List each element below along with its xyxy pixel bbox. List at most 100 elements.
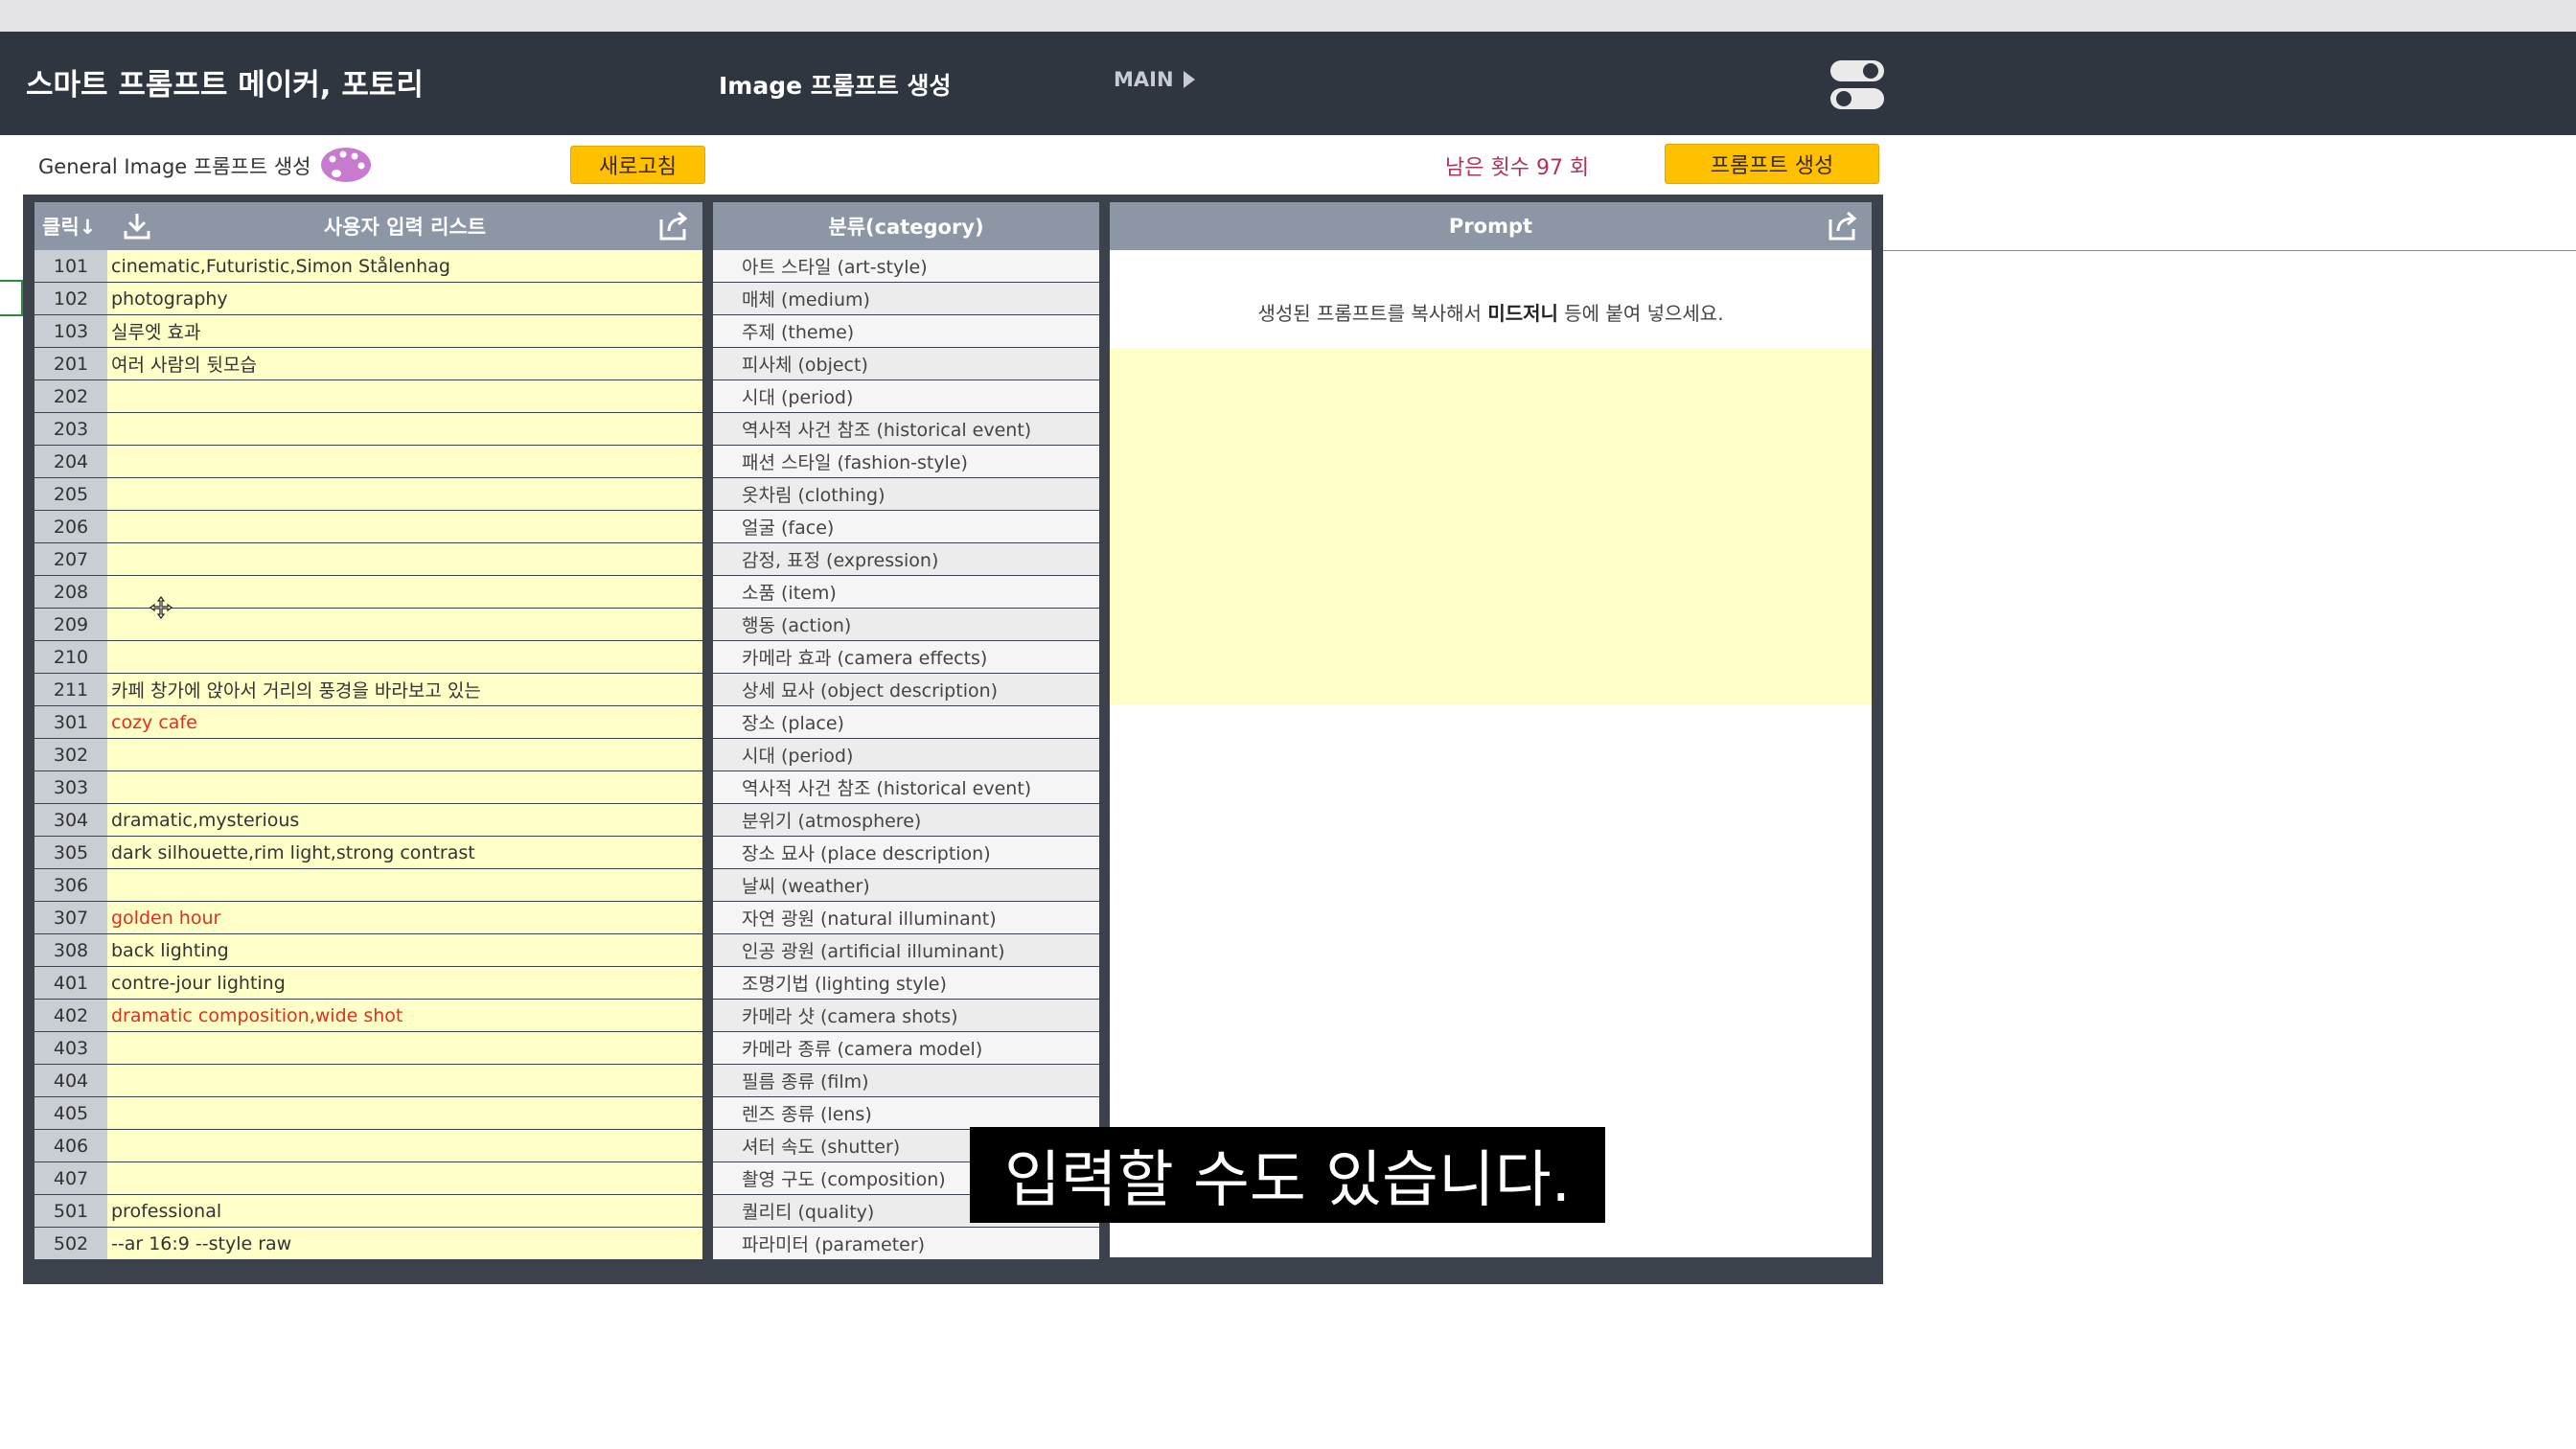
row-number-cell[interactable]: 305 bbox=[34, 837, 107, 868]
input-cell[interactable] bbox=[107, 641, 702, 673]
input-cell[interactable]: dark silhouette,rim light,strong contras… bbox=[107, 837, 702, 868]
prompt-output-area[interactable]: 생성된 프롬프트를 복사해서 미드저니 등에 붙여 넣으세요. bbox=[1110, 250, 1872, 1257]
input-cell[interactable]: dramatic,mysterious bbox=[107, 804, 702, 836]
input-cell[interactable] bbox=[107, 1130, 702, 1162]
input-cell[interactable] bbox=[107, 869, 702, 901]
prompt-export-icon[interactable] bbox=[1827, 210, 1859, 242]
row-number-cell[interactable]: 103 bbox=[34, 315, 107, 347]
input-cell[interactable]: 여러 사람의 뒷모습 bbox=[107, 348, 702, 380]
click-column-header: 클릭↓ bbox=[34, 202, 107, 250]
input-cell[interactable]: contre-jour lighting bbox=[107, 967, 702, 999]
input-cell[interactable] bbox=[107, 739, 702, 770]
row-number-cell[interactable]: 501 bbox=[34, 1195, 107, 1227]
row-number-cell[interactable]: 304 bbox=[34, 804, 107, 836]
download-icon[interactable] bbox=[121, 210, 153, 242]
input-cell[interactable]: professional bbox=[107, 1195, 702, 1227]
prompt-hint-before: 생성된 프롬프트를 복사해서 bbox=[1257, 302, 1488, 325]
row-number-cell[interactable]: 202 bbox=[34, 380, 107, 412]
category-cell: 카메라 효과 (camera effects) bbox=[713, 641, 1099, 673]
row-number-cell[interactable]: 407 bbox=[34, 1162, 107, 1194]
category-cell: 렌즈 종류 (lens) bbox=[713, 1097, 1099, 1129]
row-number-cell[interactable]: 206 bbox=[34, 511, 107, 542]
row-number-cell[interactable]: 211 bbox=[34, 674, 107, 705]
row-number-cell[interactable]: 306 bbox=[34, 869, 107, 901]
row-number-cell[interactable]: 502 bbox=[34, 1228, 107, 1259]
input-cell[interactable]: photography bbox=[107, 283, 702, 314]
input-cell[interactable] bbox=[107, 576, 702, 608]
table-row: 204 패션 스타일 (fashion-style) bbox=[34, 446, 1099, 478]
row-number-cell[interactable]: 204 bbox=[34, 446, 107, 477]
input-cell[interactable]: golden hour bbox=[107, 902, 702, 933]
row-number-cell[interactable]: 201 bbox=[34, 348, 107, 380]
table-row: 402 dramatic composition,wide shot 카메라 샷 (… bbox=[34, 1000, 1099, 1032]
move-cursor-icon bbox=[150, 596, 172, 619]
table-row: 207 감정, 표정 (expression) bbox=[34, 543, 1099, 576]
input-cell[interactable] bbox=[107, 1065, 702, 1096]
category-cell: 시대 (period) bbox=[713, 739, 1099, 770]
category-cell: 피사체 (object) bbox=[713, 348, 1099, 380]
table-row: 501 professional 퀄리티 (quality) bbox=[34, 1195, 1099, 1228]
category-cell: 패션 스타일 (fashion-style) bbox=[713, 446, 1099, 477]
table-row: 205 옷차림 (clothing) bbox=[34, 478, 1099, 511]
input-cell[interactable] bbox=[107, 1097, 702, 1129]
app-window: 스마트 프롬프트 메이커, 포토리 Image 프롬프트 생성 MAIN Gen… bbox=[0, 0, 2576, 1449]
table-row: 102 photography 매체 (medium) bbox=[34, 283, 1099, 315]
input-cell[interactable] bbox=[107, 771, 702, 803]
section-title: Image 프롬프트 생성 bbox=[719, 72, 952, 100]
input-cell[interactable] bbox=[107, 478, 702, 510]
input-cell[interactable] bbox=[107, 446, 702, 477]
input-cell[interactable] bbox=[107, 543, 702, 575]
generate-prompt-button[interactable]: 프롬프트 생성 bbox=[1665, 144, 1879, 184]
input-cell[interactable]: cinematic,Futuristic,Simon Stålenhag bbox=[107, 250, 702, 282]
table-row: 306 날씨 (weather) bbox=[34, 869, 1099, 902]
row-number-cell[interactable]: 302 bbox=[34, 739, 107, 770]
input-cell[interactable] bbox=[107, 1162, 702, 1194]
input-cell[interactable] bbox=[107, 1032, 702, 1064]
row-number-cell[interactable]: 404 bbox=[34, 1065, 107, 1096]
input-cell[interactable]: cozy cafe bbox=[107, 706, 702, 738]
table-row: 301 cozy cafe 장소 (place) bbox=[34, 706, 1099, 739]
main-nav-link[interactable]: MAIN bbox=[1114, 68, 1195, 91]
settings-toggle-icon[interactable] bbox=[1830, 60, 1884, 110]
category-cell: 역사적 사건 참조 (historical event) bbox=[713, 771, 1099, 803]
row-number-cell[interactable]: 209 bbox=[34, 609, 107, 640]
row-number-cell[interactable]: 308 bbox=[34, 934, 107, 966]
row-number-cell[interactable]: 403 bbox=[34, 1032, 107, 1064]
row-number-cell[interactable]: 401 bbox=[34, 967, 107, 999]
category-cell: 분위기 (atmosphere) bbox=[713, 804, 1099, 836]
input-cell[interactable]: 실루엣 효과 bbox=[107, 315, 702, 347]
table-row: 405 렌즈 종류 (lens) bbox=[34, 1097, 1099, 1130]
input-cell[interactable]: dramatic composition,wide shot bbox=[107, 1000, 702, 1031]
input-cell[interactable] bbox=[107, 380, 702, 412]
table-row: 308 back lighting 인공 광원 (artificial illumi… bbox=[34, 934, 1099, 967]
row-number-cell[interactable]: 101 bbox=[34, 250, 107, 282]
input-cell[interactable]: back lighting bbox=[107, 934, 702, 966]
row-number-cell[interactable]: 207 bbox=[34, 543, 107, 575]
row-number-cell[interactable]: 208 bbox=[34, 576, 107, 608]
row-number-cell[interactable]: 205 bbox=[34, 478, 107, 510]
input-cell[interactable] bbox=[107, 609, 702, 640]
row-number-cell[interactable]: 203 bbox=[34, 413, 107, 445]
row-number-cell[interactable]: 402 bbox=[34, 1000, 107, 1031]
table-row: 201 여러 사람의 뒷모습 피사체 (object) bbox=[34, 348, 1099, 380]
row-number-cell[interactable]: 406 bbox=[34, 1130, 107, 1162]
category-cell: 카메라 샷 (camera shots) bbox=[713, 1000, 1099, 1031]
input-cell[interactable] bbox=[107, 413, 702, 445]
export-icon[interactable] bbox=[657, 210, 690, 242]
browser-top-strip bbox=[0, 0, 2576, 32]
row-number-cell[interactable]: 405 bbox=[34, 1097, 107, 1129]
input-cell[interactable]: --ar 16:9 --style raw bbox=[107, 1228, 702, 1259]
input-cell[interactable]: 카페 창가에 앉아서 거리의 풍경을 바라보고 있는 bbox=[107, 674, 702, 705]
refresh-button[interactable]: 새로고침 bbox=[570, 146, 705, 184]
row-number-cell[interactable]: 210 bbox=[34, 641, 107, 673]
input-cell[interactable] bbox=[107, 511, 702, 542]
category-cell: 주제 (theme) bbox=[713, 315, 1099, 347]
row-number-cell[interactable]: 303 bbox=[34, 771, 107, 803]
table-row: 202 시대 (period) bbox=[34, 380, 1099, 413]
row-number-cell[interactable]: 102 bbox=[34, 283, 107, 314]
row-number-cell[interactable]: 301 bbox=[34, 706, 107, 738]
category-cell: 옷차림 (clothing) bbox=[713, 478, 1099, 510]
table-row: 206 얼굴 (face) bbox=[34, 511, 1099, 543]
prompt-output-box[interactable] bbox=[1110, 348, 1872, 704]
row-number-cell[interactable]: 307 bbox=[34, 902, 107, 933]
